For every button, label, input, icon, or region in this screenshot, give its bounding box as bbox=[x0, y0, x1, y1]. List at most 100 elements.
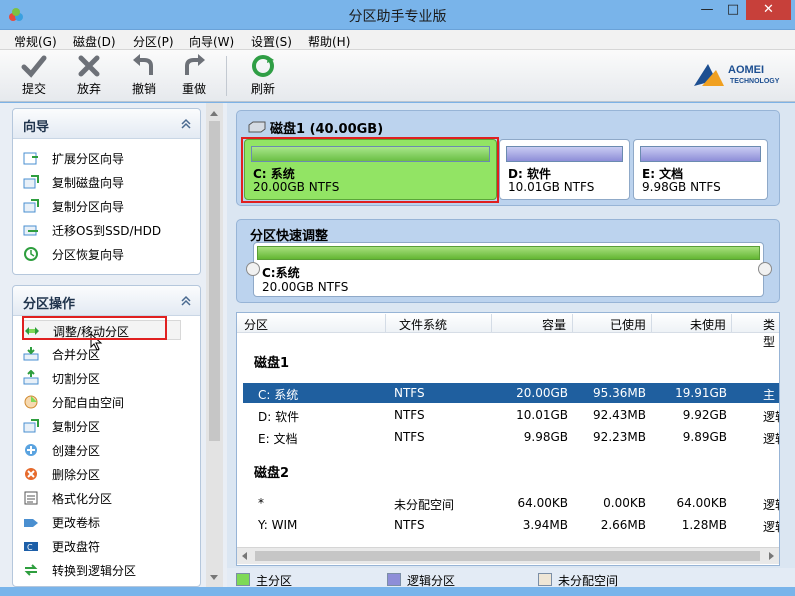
col-filesystem[interactable]: 文件系统 bbox=[399, 316, 447, 333]
scroll-thumb[interactable] bbox=[209, 121, 220, 441]
col-used[interactable]: 已使用 bbox=[610, 316, 646, 333]
quick-adjust-bar[interactable]: C:系统 20.00GB NTFS bbox=[253, 242, 764, 297]
op-format-partition[interactable]: 格式化分区 bbox=[23, 488, 193, 508]
undo-button[interactable]: 撤销 bbox=[122, 54, 166, 97]
hscroll-thumb[interactable] bbox=[255, 551, 760, 561]
menu-general[interactable]: 常规(G) bbox=[14, 33, 57, 50]
scroll-up-icon[interactable] bbox=[210, 111, 218, 116]
op-create-partition[interactable]: 创建分区 bbox=[23, 440, 193, 460]
col-capacity[interactable]: 容量 bbox=[542, 316, 566, 333]
svg-text:C: C bbox=[27, 543, 33, 552]
menu-help[interactable]: 帮助(H) bbox=[308, 33, 350, 50]
cell-partition: C: 系统 bbox=[258, 388, 299, 402]
minimize-button[interactable]: — bbox=[694, 0, 720, 20]
op-delete-partition[interactable]: 删除分区 bbox=[23, 464, 193, 484]
collapse-icon[interactable] bbox=[180, 295, 192, 307]
commit-button[interactable]: 提交 bbox=[12, 54, 56, 97]
col-partition[interactable]: 分区 bbox=[244, 316, 268, 333]
merge-icon bbox=[23, 347, 39, 361]
highlight-box-resize-move bbox=[22, 316, 167, 340]
redo-button[interactable]: 重做 bbox=[172, 54, 216, 97]
cell-filesystem: NTFS bbox=[394, 430, 425, 444]
menu-wizard[interactable]: 向导(W) bbox=[189, 33, 234, 50]
op-item-label: 分配自由空间 bbox=[52, 396, 125, 410]
op-copy-partition[interactable]: 复制分区 bbox=[23, 416, 193, 436]
op-change-drive-letter[interactable]: C 更改盘符 bbox=[23, 536, 193, 556]
op-allocate-free-space[interactable]: 分配自由空间 bbox=[23, 392, 193, 412]
table-row[interactable]: D: 软件 NTFS 10.01GB 92.43MB 9.92GB 逻辑 bbox=[243, 405, 779, 425]
col-separator[interactable] bbox=[385, 314, 386, 332]
partition-usage-bar bbox=[640, 146, 761, 162]
quick-adjust-size: 20.00GB NTFS bbox=[262, 280, 349, 294]
discard-button[interactable]: 放弃 bbox=[67, 54, 111, 97]
logo-sub: TECHNOLOGY bbox=[730, 78, 780, 85]
cell-type: 逻辑 bbox=[763, 410, 779, 424]
left-scrollbar[interactable] bbox=[206, 103, 223, 587]
recovery-icon bbox=[24, 247, 38, 261]
partition-card-e[interactable]: E: 文档 9.98GB NTFS bbox=[633, 139, 768, 200]
ops-panel-header[interactable]: 分区操作 bbox=[13, 286, 200, 316]
status-bar bbox=[0, 587, 795, 596]
aomei-logo-icon bbox=[694, 64, 724, 86]
op-change-label[interactable]: 更改卷标 bbox=[23, 512, 193, 532]
wizard-partition-recovery[interactable]: 分区恢复向导 bbox=[23, 244, 193, 264]
disk1-title[interactable]: 磁盘1 (40.00GB) bbox=[248, 118, 383, 137]
partition-size: 9.98GB NTFS bbox=[642, 180, 721, 194]
col-type[interactable]: 类型 bbox=[763, 316, 779, 350]
x-icon bbox=[78, 55, 100, 77]
scroll-down-icon[interactable] bbox=[210, 575, 218, 580]
redo-label: 重做 bbox=[181, 82, 206, 96]
col-separator[interactable] bbox=[491, 314, 492, 332]
legend-swatch bbox=[236, 573, 250, 586]
col-separator[interactable] bbox=[572, 314, 573, 332]
op-item-label: 更改卷标 bbox=[52, 516, 101, 530]
table-hscrollbar[interactable] bbox=[237, 547, 779, 564]
wizard-panel-header[interactable]: 向导 bbox=[13, 109, 200, 139]
menu-disk[interactable]: 磁盘(D) bbox=[73, 33, 116, 50]
cell-type: 逻辑 bbox=[763, 520, 779, 534]
col-unused[interactable]: 未使用 bbox=[690, 316, 726, 333]
collapse-icon[interactable] bbox=[180, 118, 192, 130]
cell-filesystem: NTFS bbox=[394, 518, 425, 532]
cell-capacity: 3.94MB bbox=[522, 518, 568, 532]
menu-settings[interactable]: 设置(S) bbox=[251, 33, 292, 50]
op-merge[interactable]: 合并分区 bbox=[23, 344, 193, 364]
wizard-copy-disk[interactable]: 复制磁盘向导 bbox=[23, 172, 193, 192]
op-item-label: 格式化分区 bbox=[52, 492, 113, 506]
resize-handle-right[interactable] bbox=[758, 262, 772, 276]
col-separator[interactable] bbox=[651, 314, 652, 332]
scroll-left-icon[interactable] bbox=[242, 552, 247, 560]
table-row[interactable]: Y: WIM NTFS 3.94MB 2.66MB 1.28MB 逻辑 bbox=[243, 515, 779, 535]
op-item-label: 切割分区 bbox=[52, 372, 101, 386]
cell-used: 2.66MB bbox=[600, 518, 646, 532]
title-bar: 分区助手专业版 — □ ✕ bbox=[0, 0, 795, 30]
op-convert-logical[interactable]: 转换到逻辑分区 bbox=[23, 560, 193, 580]
wizard-migrate-os[interactable]: 迁移OS到SSD/HDD bbox=[23, 220, 193, 240]
partition-card-d[interactable]: D: 软件 10.01GB NTFS bbox=[499, 139, 630, 200]
menu-partition[interactable]: 分区(P) bbox=[133, 33, 174, 50]
wizard-extend-partition[interactable]: 扩展分区向导 bbox=[23, 148, 193, 168]
scroll-right-icon[interactable] bbox=[769, 552, 774, 560]
wizard-copy-partition[interactable]: 复制分区向导 bbox=[23, 196, 193, 216]
table-row[interactable]: * 未分配空间 64.00KB 0.00KB 64.00KB 逻辑 bbox=[243, 493, 779, 513]
copy-disk-icon bbox=[23, 175, 39, 189]
table-header: 分区 文件系统 容量 已使用 未使用 类型 bbox=[237, 313, 779, 349]
refresh-button[interactable]: 刷新 bbox=[241, 54, 285, 97]
quick-adjust-name: C:系统 bbox=[262, 266, 300, 280]
cell-unused: 9.92GB bbox=[682, 408, 727, 422]
cell-used: 92.23MB bbox=[593, 430, 646, 444]
cell-partition: E: 文档 bbox=[258, 432, 298, 446]
refresh-label: 刷新 bbox=[250, 82, 275, 96]
op-split[interactable]: 切割分区 bbox=[23, 368, 193, 388]
undo-label: 撤销 bbox=[131, 82, 156, 96]
table-row[interactable]: E: 文档 NTFS 9.98GB 92.23MB 9.89GB 逻辑 bbox=[243, 427, 779, 447]
maximize-button[interactable]: □ bbox=[720, 0, 746, 20]
col-separator[interactable] bbox=[731, 314, 732, 332]
resize-handle-left[interactable] bbox=[246, 262, 260, 276]
close-button[interactable]: ✕ bbox=[746, 0, 791, 20]
refresh-icon bbox=[252, 55, 274, 77]
table-row[interactable]: C: 系统 NTFS 20.00GB 95.36MB 19.91GB 主 bbox=[243, 383, 779, 403]
cell-type: 逻辑 bbox=[763, 432, 779, 446]
toolbar: 提交 放弃 撤销 重做 刷新 AOMEI TECHNOLOGY bbox=[0, 50, 795, 102]
copy-partition-icon bbox=[23, 199, 39, 213]
